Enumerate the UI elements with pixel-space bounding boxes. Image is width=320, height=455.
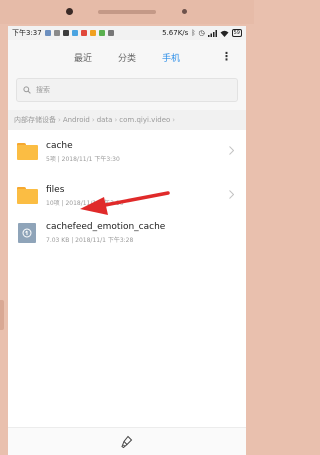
battery-icon: 59 bbox=[231, 29, 242, 37]
breadcrumb-item[interactable]: data bbox=[97, 116, 113, 124]
network-speed: 5.67K/s bbox=[162, 29, 189, 37]
wifi-icon bbox=[220, 30, 229, 37]
annotation-arrow-icon bbox=[80, 191, 170, 215]
signal-icon bbox=[207, 29, 217, 37]
notification-app-icon bbox=[98, 30, 105, 36]
breadcrumb-separator-icon: › bbox=[91, 116, 95, 124]
notification-app-icon bbox=[71, 30, 78, 36]
list-item[interactable]: cache 5项 | 2018/11/1 下午3:30 bbox=[8, 133, 246, 170]
speaker-grille bbox=[98, 10, 156, 14]
alarm-icon: ◷ bbox=[198, 29, 205, 37]
screen: 下午3:37 5.67K/s ᛒ ◷ 59 最近 分类 手机 ⋮ 搜索 内部存储… bbox=[8, 26, 246, 455]
search-area: 搜索 bbox=[8, 74, 246, 110]
bottom-toolbar bbox=[8, 427, 246, 455]
chevron-right-icon bbox=[229, 190, 234, 199]
list-item[interactable]: cachefeed_emotion_cache 7.03 KB | 2018/1… bbox=[8, 214, 246, 251]
tab-bar: 最近 分类 手机 ⋮ bbox=[8, 40, 246, 74]
battery-level: 59 bbox=[233, 30, 240, 36]
front-camera bbox=[66, 8, 73, 15]
folder-icon bbox=[17, 143, 38, 160]
folder-icon bbox=[17, 187, 38, 204]
breadcrumb-item[interactable]: 内部存储设备 bbox=[14, 115, 56, 125]
proximity-sensor bbox=[182, 9, 187, 14]
notification-app-icon bbox=[107, 30, 114, 36]
tab-recent[interactable]: 最近 bbox=[74, 51, 92, 64]
status-time: 下午3:37 bbox=[12, 29, 42, 37]
notification-app-icon bbox=[62, 30, 69, 36]
search-placeholder: 搜索 bbox=[36, 86, 50, 94]
clean-brush-icon[interactable] bbox=[120, 435, 134, 449]
more-menu-icon[interactable]: ⋮ bbox=[221, 50, 232, 63]
breadcrumb: 内部存储设备 › Android › data › com.qiyi.video… bbox=[8, 110, 246, 130]
notification-app-icon bbox=[44, 30, 51, 36]
phone-bezel bbox=[0, 0, 254, 24]
bluetooth-icon: ᛒ bbox=[191, 29, 196, 37]
item-name: cache bbox=[46, 140, 73, 151]
item-name: cachefeed_emotion_cache bbox=[46, 221, 166, 232]
breadcrumb-item[interactable]: com.qiyi.video bbox=[119, 116, 170, 124]
status-bar: 下午3:37 5.67K/s ᛒ ◷ 59 bbox=[8, 26, 246, 40]
notification-app-icon bbox=[80, 30, 87, 36]
item-meta: 5项 | 2018/11/1 下午3:30 bbox=[46, 155, 120, 163]
breadcrumb-separator-icon: › bbox=[114, 116, 118, 124]
chevron-right-icon bbox=[229, 146, 234, 155]
notification-app-icon bbox=[89, 30, 96, 36]
tab-category[interactable]: 分类 bbox=[118, 51, 136, 64]
tab-phone[interactable]: 手机 bbox=[162, 51, 180, 64]
breadcrumb-separator-icon: › bbox=[172, 116, 176, 124]
side-button bbox=[0, 300, 4, 330]
breadcrumb-item[interactable]: Android bbox=[63, 116, 90, 124]
search-input[interactable]: 搜索 bbox=[16, 78, 238, 102]
breadcrumb-separator-icon: › bbox=[58, 116, 61, 124]
notification-app-icon bbox=[53, 30, 60, 36]
item-meta: 7.03 KB | 2018/11/1 下午3:28 bbox=[46, 236, 134, 244]
search-icon bbox=[23, 86, 31, 94]
file-icon bbox=[18, 222, 36, 243]
